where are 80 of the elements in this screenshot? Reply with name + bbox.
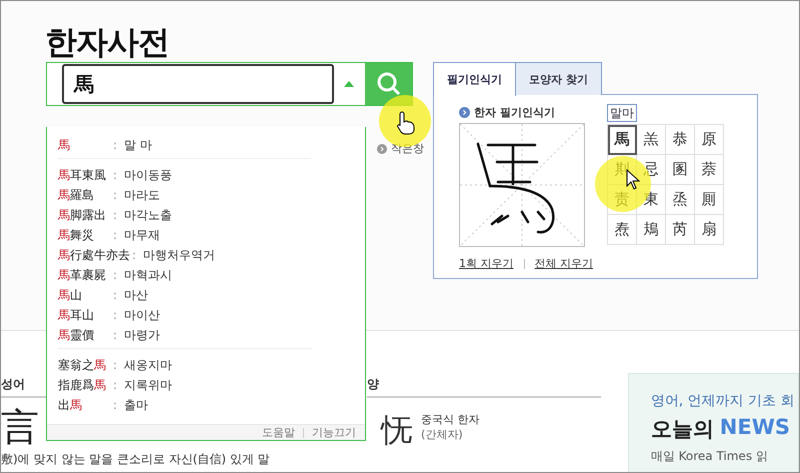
separator: :: [113, 168, 118, 182]
separator: :: [113, 208, 118, 222]
character-note: (간체자): [421, 427, 464, 442]
candidate-reading: 말마: [607, 104, 637, 122]
separator: :: [113, 398, 118, 412]
hanja-word[interactable]: 馬靈價: [58, 326, 111, 344]
hanja-word[interactable]: 馬耳東風: [58, 166, 111, 184]
korean-reading[interactable]: 마혁과시: [124, 266, 172, 284]
chevron-icon: [377, 144, 387, 154]
candidate-character[interactable]: 圂: [666, 155, 695, 185]
candidate-character[interactable]: 烝: [666, 185, 695, 215]
section-heading: 양: [367, 376, 601, 398]
candidate-character[interactable]: 萘: [695, 155, 724, 185]
hanja-word[interactable]: 馬革裹屍: [58, 266, 111, 284]
simplified-character: 怃: [381, 412, 414, 448]
drawing-canvas[interactable]: [459, 123, 585, 247]
ad-headline: NEWS: [720, 415, 790, 441]
hanja-word[interactable]: 指鹿爲馬: [58, 376, 111, 394]
separator: :: [132, 248, 136, 262]
search-icon: [376, 72, 400, 96]
candidate-character[interactable]: 恭: [666, 125, 695, 155]
small-window-link[interactable]: 작은창: [391, 141, 424, 156]
korean-reading[interactable]: 마라도: [124, 186, 160, 204]
korean-reading[interactable]: 말 마: [124, 136, 152, 154]
search-field[interactable]: 馬: [62, 64, 334, 104]
separator: :: [113, 328, 118, 342]
candidate-character[interactable]: 焘: [608, 215, 637, 245]
hanja-word[interactable]: 塞翁之馬: [58, 356, 111, 374]
korean-reading[interactable]: 새옹지마: [124, 356, 172, 374]
footer-link[interactable]: 도움말: [262, 425, 295, 440]
search-button[interactable]: [365, 63, 412, 105]
hanja-word[interactable]: 出馬: [58, 396, 111, 414]
caret-icon[interactable]: [344, 81, 354, 87]
hanja-word[interactable]: 馬行處牛亦去: [58, 246, 130, 264]
korean-reading[interactable]: 마각노출: [124, 206, 172, 224]
korean-reading[interactable]: 마행처우역거: [143, 246, 216, 264]
separator: :: [113, 138, 118, 152]
hanja-word[interactable]: 馬: [58, 136, 111, 154]
tab[interactable]: 필기인식기: [433, 62, 516, 96]
section-heading: 한자 필기인식기: [474, 104, 555, 120]
hanja-word[interactable]: 馬山: [58, 286, 111, 304]
korean-reading[interactable]: 지록위마: [124, 376, 172, 394]
korean-reading[interactable]: 마산: [124, 286, 148, 304]
candidate-character[interactable]: 芮: [666, 215, 695, 245]
candidate-character[interactable]: 扇: [695, 215, 724, 245]
candidate-character[interactable]: 厠: [695, 185, 724, 215]
page-title: 한자사전: [44, 22, 170, 62]
character-label: 중국식 한자: [421, 412, 480, 427]
idiom-definition: 敷)에 맞지 않는 말을 큰소리로 자신(自信) 있게 말: [1, 451, 271, 468]
ad-headline: 오늘의: [650, 416, 714, 443]
korean-reading[interactable]: 마이동풍: [124, 166, 172, 184]
hanja-word[interactable]: 馬舞災: [58, 226, 111, 244]
ad-text: 매일 Korea Times 읽: [650, 448, 769, 465]
separator: :: [113, 378, 118, 392]
candidate-character[interactable]: 原: [695, 125, 724, 155]
chevron-icon: [459, 106, 470, 118]
ad-banner[interactable]: 영어, 언제까지 기초 회 오늘의 NEWS 매일 Korea Times 읽: [628, 373, 799, 472]
hand-cursor-icon: [397, 111, 415, 135]
candidate-character[interactable]: 羔: [637, 125, 666, 155]
korean-reading[interactable]: 마령가: [124, 326, 160, 344]
hanja-word[interactable]: 馬耳山: [58, 306, 111, 324]
korean-reading[interactable]: 마무재: [124, 226, 160, 244]
separator: :: [113, 228, 118, 242]
separator: :: [113, 188, 118, 202]
ad-text: 영어, 언제까지 기초 회: [650, 392, 796, 410]
candidate-character[interactable]: 馬: [608, 125, 637, 155]
separator: :: [113, 288, 118, 302]
footer-link[interactable]: 기능끄기: [312, 425, 356, 440]
tab[interactable]: 모양자 찾기: [516, 62, 602, 95]
separator: :: [113, 308, 118, 322]
idiom-hanja: 言: [1, 406, 39, 448]
hanja-word[interactable]: 馬羅島: [58, 186, 111, 204]
separator: :: [113, 268, 118, 282]
erase-link[interactable]: 1획 지우기: [459, 256, 514, 271]
erase-link[interactable]: 전체 지우기: [534, 256, 593, 271]
korean-reading[interactable]: 출마: [124, 396, 148, 414]
hanja-word[interactable]: 馬脚露出: [58, 206, 111, 224]
korean-reading[interactable]: 마이산: [124, 306, 160, 324]
separator: :: [113, 358, 118, 372]
candidate-character[interactable]: 鳺: [637, 215, 666, 245]
